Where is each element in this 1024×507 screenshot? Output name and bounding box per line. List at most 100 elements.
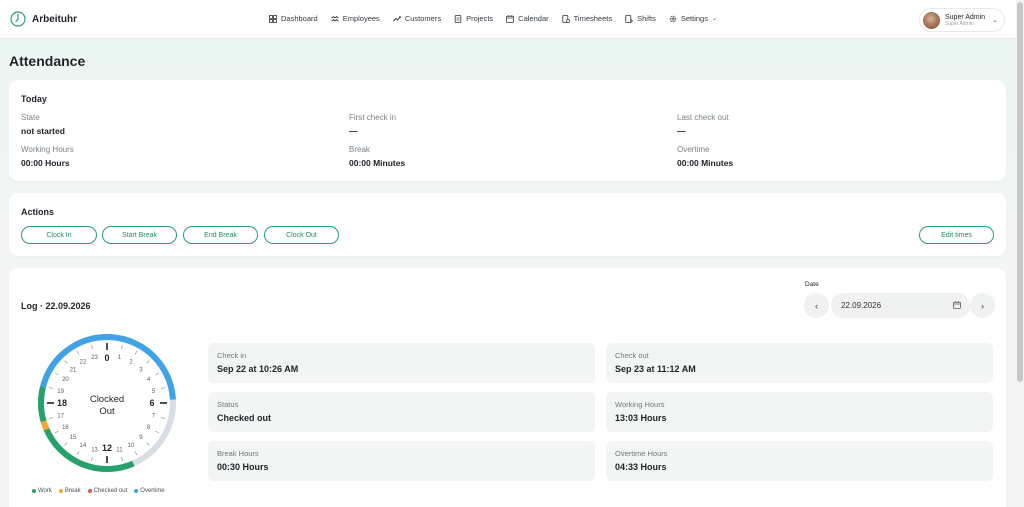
overtime-label: Overtime	[677, 145, 710, 154]
nav-label: Shifts	[637, 14, 656, 23]
nav-label: Projects	[466, 14, 494, 23]
user-role: Super Admin	[945, 20, 974, 27]
edit-times-button[interactable]: Edit times	[919, 226, 994, 244]
nav-item-calendar[interactable]: Calendar	[506, 14, 549, 23]
clock-out-button[interactable]: Clock Out	[264, 226, 339, 244]
start-break-button[interactable]: Start Break	[102, 226, 177, 244]
working-hours-label: Working Hours	[21, 145, 74, 154]
break-value: 00:00 Minutes	[349, 158, 406, 168]
working-hours-stat-value: 13:03 Hours	[615, 413, 667, 423]
nav-item-projects[interactable]: Projects	[454, 14, 493, 23]
nav-label: Timesheets	[573, 14, 613, 23]
brand[interactable]: Arbeituhr	[10, 11, 77, 27]
nav-item-employees[interactable]: Employees	[330, 14, 380, 23]
overtime-hours-value: 04:33 Hours	[615, 462, 667, 472]
break-hours-label: Break Hours	[217, 449, 259, 458]
nav-label: Dashboard	[281, 14, 318, 23]
legend-dot	[134, 489, 139, 493]
clock-tick	[64, 360, 68, 364]
clock-tick	[134, 451, 138, 456]
scrollbar-thumb[interactable]	[1017, 2, 1023, 382]
working-hours-stat-label: Working Hours	[615, 400, 665, 409]
clock-hour-label: 10	[128, 443, 135, 449]
clock-hour-label: 17	[57, 414, 64, 420]
first-check-in-label: First check in	[349, 113, 397, 122]
log-card: Log · 22.09.2026 Date ‹ 22.09.2026 › 012…	[9, 268, 1006, 507]
nav-item-customers[interactable]: Customers	[392, 14, 442, 23]
clock-hour-label: 6	[149, 398, 154, 408]
nav-item-shifts[interactable]: Shifts	[625, 14, 656, 23]
check-out-label: Check out	[615, 351, 649, 360]
end-break-button[interactable]: End Break	[183, 226, 258, 244]
today-card: Today State not started First check in —…	[9, 80, 1006, 181]
clock-hour-label: 5	[152, 389, 156, 395]
date-label: Date	[805, 281, 819, 288]
clock-hour-label: 20	[62, 377, 69, 383]
user-menu[interactable]: Super Admin Super Admin ⌄	[919, 8, 1005, 32]
user-name: Super Admin	[945, 13, 986, 21]
page-scrollbar[interactable]	[1016, 0, 1024, 507]
shifts-icon	[625, 14, 634, 23]
state-value: not started	[21, 126, 65, 136]
employees-icon	[330, 15, 339, 22]
clock-hour-label: 14	[80, 443, 87, 449]
clock-hour-label: 3	[139, 367, 143, 373]
nav-item-timesheets[interactable]: Timesheets	[562, 14, 613, 23]
nav-label: Customers	[404, 14, 442, 23]
clock-tick	[146, 442, 150, 446]
overtime-hours-stat: Overtime Hours 04:33 Hours	[606, 441, 993, 481]
clock-tick	[121, 457, 123, 462]
main-menu: Dashboard Employees Customers Projects C…	[269, 14, 717, 23]
clock-hour-label: 18	[57, 398, 67, 408]
timesheets-icon	[562, 14, 570, 23]
clock-legend: Work Break Checked out Overtime	[32, 488, 165, 494]
first-check-in-value: —	[349, 126, 358, 136]
legend-item: Overtime	[134, 488, 165, 494]
legend-item: Break	[58, 488, 81, 494]
last-check-out-value: —	[677, 126, 686, 136]
clock-hour-label: 15	[70, 435, 77, 441]
status-label: Status	[217, 400, 239, 409]
legend-label: Checked out	[93, 488, 128, 494]
clock-tick	[64, 442, 68, 446]
check-in-label: Check in	[217, 351, 247, 360]
nav-label: Employees	[342, 14, 380, 23]
clock-tick	[48, 417, 53, 419]
clock-hour-label: 11	[116, 448, 123, 454]
clock-hour-label: 8	[147, 425, 151, 431]
check-in-stat: Check in Sep 22 at 10:26 AM	[208, 343, 595, 383]
legend-item: Checked out	[87, 488, 128, 494]
previous-day-button[interactable]: ‹	[804, 293, 829, 318]
brand-name: Arbeituhr	[32, 13, 77, 25]
clock-hour-label: 2	[129, 360, 133, 366]
clock-center-line2: Out	[99, 406, 115, 417]
day-clock: 0 1234567891011121314151617181920212223Cl…	[38, 334, 176, 472]
actions-title: Actions	[21, 207, 55, 217]
clock-tick	[134, 350, 138, 355]
clock-tick	[161, 417, 166, 419]
calendar-icon	[506, 14, 514, 23]
chevron-down-icon: ⌄	[992, 17, 998, 24]
legend-label: Overtime	[140, 488, 165, 494]
legend-item: Work	[32, 488, 52, 494]
nav-item-dashboard[interactable]: Dashboard	[269, 14, 318, 23]
next-day-button[interactable]: ›	[970, 293, 995, 318]
clock-tick	[76, 350, 80, 355]
actions-card: Actions Clock In Start Break End Break C…	[9, 193, 1006, 256]
date-value: 22.09.2026	[841, 301, 882, 310]
state-label: State	[21, 113, 40, 122]
clock-tick	[155, 430, 160, 434]
clock-hour-label: 13	[91, 448, 98, 454]
clock-in-button[interactable]: Clock In	[21, 226, 97, 244]
nav-item-settings[interactable]: Settings ⌄	[669, 14, 717, 23]
gear-icon	[669, 15, 677, 22]
legend-dot	[58, 489, 63, 493]
clock-logo-icon	[10, 11, 26, 27]
top-navbar: Arbeituhr Dashboard Employees Customers …	[0, 0, 1016, 39]
clock-segment-break	[40, 420, 50, 431]
clock-hour-label: 22	[80, 360, 87, 366]
date-input[interactable]: 22.09.2026	[831, 293, 970, 318]
clock-tick	[155, 372, 160, 376]
nav-label: Settings	[680, 14, 708, 23]
chevron-left-icon: ‹	[815, 300, 818, 311]
